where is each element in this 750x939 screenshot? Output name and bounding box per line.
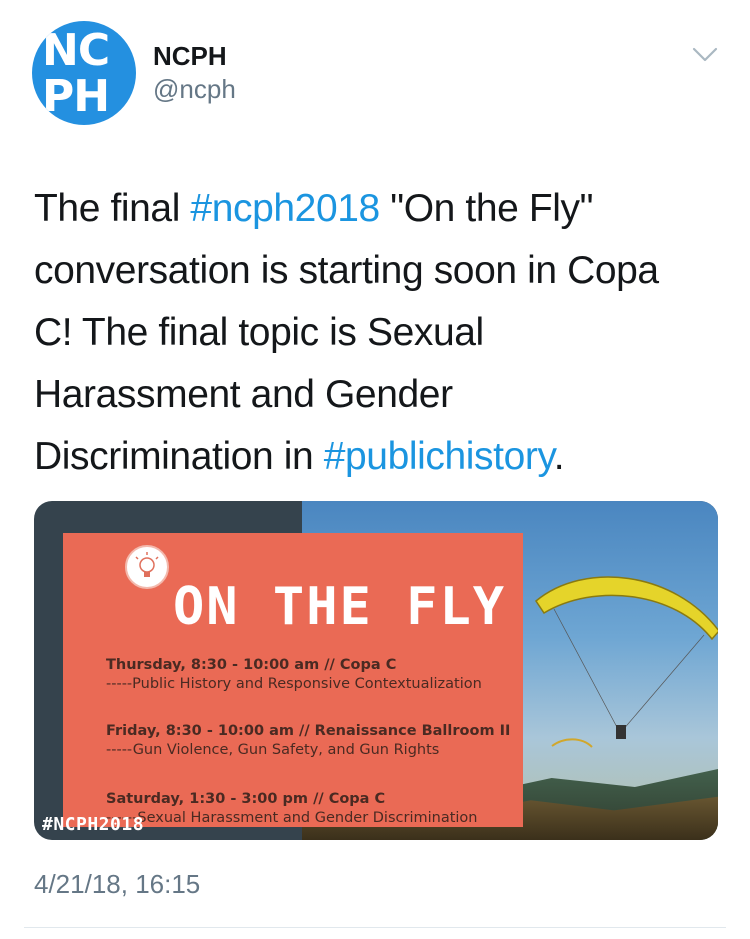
tweet-text-run: . <box>553 435 565 478</box>
tweet-text-run: Harassment and Gender <box>34 373 453 416</box>
tweet-timestamp[interactable]: 4/21/18, 16:15 <box>34 869 200 900</box>
session-topic: ------Sexual Harassment and Gender Discr… <box>106 810 478 826</box>
tweet-text-run: conversation is starting soon in Copa <box>34 249 659 292</box>
avatar-text-top: NC <box>42 25 110 76</box>
session-topic: -----Public History and Responsive Conte… <box>106 676 482 692</box>
session-heading: Friday, 8:30 - 10:00 am // Renaissance B… <box>106 723 511 739</box>
chevron-down-icon[interactable] <box>690 42 720 66</box>
media-hashtag: #NCPH2018 <box>42 814 145 835</box>
tweet-line: conversation is starting soon in Copa <box>34 240 724 302</box>
lightbulb-icon <box>125 545 169 589</box>
tweet-text-run: "On the Fly" <box>379 187 594 230</box>
paraglider-icon <box>535 576 718 748</box>
session-heading: Saturday, 1:30 - 3:00 pm // Copa C <box>106 791 386 807</box>
tweet-text-run: Discrimination in <box>34 435 324 478</box>
author-handle[interactable]: @ncph <box>153 74 236 105</box>
schedule-panel: ON THE FLY Thursday, 8:30 - 10:00 am // … <box>63 533 523 827</box>
media-title: ON THE FLY <box>173 577 507 637</box>
hashtag-link[interactable]: #publichistory <box>324 435 554 478</box>
tweet-text-run: The final <box>34 187 191 230</box>
avatar-text-bottom: PH <box>42 71 110 122</box>
tweet-line: The final #ncph2018 "On the Fly" <box>34 178 724 240</box>
tweet-line: Harassment and Gender <box>34 364 724 426</box>
tweet-text: The final #ncph2018 "On the Fly" convers… <box>34 178 724 488</box>
session-topic: -----Gun Violence, Gun Safety, and Gun R… <box>106 742 440 758</box>
tweet-text-run: C! The final topic is Sexual <box>34 311 484 354</box>
media-image[interactable]: ON THE FLY Thursday, 8:30 - 10:00 am // … <box>34 501 718 840</box>
session-item: Saturday, 1:30 - 3:00 pm // Copa C -----… <box>106 791 477 826</box>
avatar[interactable]: NC PH <box>32 21 136 125</box>
session-item: Friday, 8:30 - 10:00 am // Renaissance B… <box>106 723 510 758</box>
tweet-line: C! The final topic is Sexual <box>34 302 724 364</box>
author-name[interactable]: NCPH <box>153 41 227 72</box>
tweet-line: Discrimination in #publichistory. <box>34 426 724 488</box>
session-item: Thursday, 8:30 - 10:00 am // Copa C ----… <box>106 657 482 692</box>
session-heading: Thursday, 8:30 - 10:00 am // Copa C <box>106 657 397 673</box>
hashtag-link[interactable]: #ncph2018 <box>190 187 380 230</box>
divider <box>24 927 726 928</box>
